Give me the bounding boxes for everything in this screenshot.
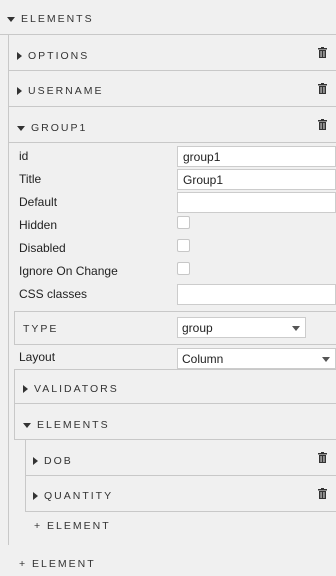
field-css-classes-label: CSS classes — [19, 287, 88, 301]
divider — [14, 369, 336, 370]
section-username-header[interactable]: USERNAME — [17, 85, 104, 97]
elements-root-header[interactable]: ELEMENTS — [7, 13, 94, 25]
disabled-checkbox[interactable] — [177, 239, 190, 252]
field-css-classes-input[interactable] — [177, 284, 336, 305]
divider — [25, 511, 336, 512]
caret-right-icon — [33, 492, 38, 500]
divider — [14, 369, 15, 439]
caret-down-icon — [17, 125, 25, 131]
element-quantity-header[interactable]: QUANTITY — [33, 490, 113, 502]
type-select[interactable]: group — [177, 317, 306, 338]
divider — [14, 439, 336, 440]
divider — [8, 142, 336, 143]
section-group1-header[interactable]: GROUP1 — [17, 122, 87, 134]
field-default-input[interactable] — [177, 192, 336, 213]
caret-down-icon — [7, 16, 15, 22]
element-dob-label: DOB — [44, 455, 73, 467]
section-username-label: USERNAME — [28, 85, 104, 97]
trash-icon[interactable] — [318, 83, 327, 94]
trash-icon[interactable] — [318, 119, 327, 130]
add-nested-element-button[interactable]: + ELEMENT — [34, 520, 111, 532]
type-select-value: group — [182, 320, 213, 335]
layout-select[interactable]: Column — [177, 348, 336, 369]
divider — [8, 70, 336, 71]
element-quantity-label: QUANTITY — [44, 490, 114, 502]
field-ignore-on-change-label: Ignore On Change — [19, 264, 118, 278]
field-id-label: id — [19, 149, 29, 163]
divider — [8, 106, 336, 107]
dropdown-caret-icon — [292, 326, 300, 331]
section-group1-label: GROUP1 — [31, 122, 88, 134]
divider — [14, 403, 336, 404]
layout-select-value: Column — [182, 351, 224, 366]
section-validators-header[interactable]: VALIDATORS — [23, 383, 119, 395]
add-element-button[interactable]: + ELEMENT — [19, 558, 96, 570]
trash-icon[interactable] — [318, 47, 327, 58]
divider — [25, 475, 336, 476]
section-nested-elements-header[interactable]: ELEMENTS — [23, 419, 110, 431]
divider — [14, 311, 336, 312]
field-disabled-label: Disabled — [19, 241, 66, 255]
type-label: TYPE — [23, 323, 59, 335]
field-title-input[interactable] — [177, 169, 336, 190]
section-nested-elements-label: ELEMENTS — [37, 419, 110, 431]
caret-down-icon — [23, 422, 31, 428]
field-default-label: Default — [19, 195, 58, 209]
field-title-label: Title — [19, 172, 42, 186]
caret-right-icon — [23, 385, 28, 393]
ignore-on-change-checkbox[interactable] — [177, 262, 190, 275]
field-hidden-label: Hidden — [19, 218, 58, 232]
element-dob-header[interactable]: DOB — [33, 455, 73, 467]
trash-icon[interactable] — [318, 452, 327, 463]
field-id-input[interactable] — [177, 146, 336, 167]
trash-icon[interactable] — [318, 488, 327, 499]
section-options-header[interactable]: OPTIONS — [17, 50, 89, 62]
divider — [0, 34, 336, 35]
divider — [14, 311, 15, 345]
hidden-checkbox[interactable] — [177, 216, 190, 229]
caret-right-icon — [33, 457, 38, 465]
elements-root-label: ELEMENTS — [21, 13, 94, 25]
section-validators-label: VALIDATORS — [34, 383, 119, 395]
divider — [8, 34, 9, 545]
caret-right-icon — [17, 87, 22, 95]
dropdown-caret-icon — [322, 357, 330, 362]
caret-right-icon — [17, 52, 22, 60]
divider — [14, 344, 336, 345]
section-options-label: OPTIONS — [28, 50, 90, 62]
field-layout-label: Layout — [19, 350, 56, 364]
